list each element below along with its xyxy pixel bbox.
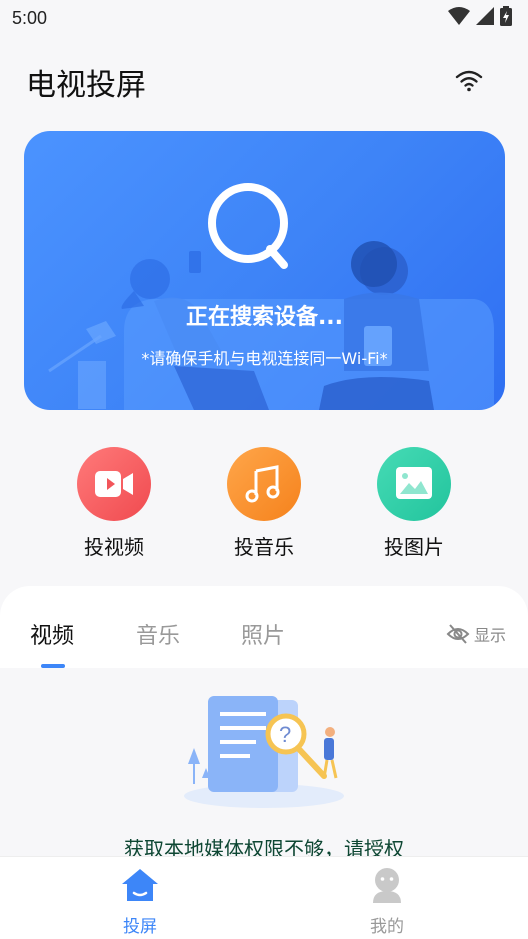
media-panel: 视频 音乐 照片 显示 ? 获取本地媒体权限不够，请授权	[0, 586, 528, 886]
cast-actions: 投视频 投音乐 投图片	[0, 447, 528, 567]
nav-item-profile[interactable]: 我的	[337, 867, 437, 937]
tab-video[interactable]: 视频	[30, 618, 74, 650]
image-icon	[377, 447, 451, 521]
bottom-nav: 投屏 我的	[0, 856, 528, 939]
nav-label-profile: 我的	[370, 917, 404, 937]
home-icon	[122, 869, 158, 901]
tab-photo[interactable]: 照片	[241, 618, 285, 650]
wifi-button[interactable]	[454, 66, 484, 94]
show-toggle-label: 显示	[473, 626, 506, 645]
status-icons	[448, 6, 512, 26]
page-title: 电视投屏	[26, 68, 146, 103]
eye-off-icon	[446, 624, 470, 644]
cast-video-button[interactable]: 投视频	[54, 447, 174, 560]
search-icon	[208, 183, 288, 269]
status-time: 5:00	[12, 8, 48, 28]
wifi-icon	[455, 70, 483, 92]
nav-label-cast: 投屏	[123, 917, 157, 937]
media-tabs: 视频 音乐 照片 显示	[0, 586, 528, 668]
tab-music[interactable]: 音乐	[136, 618, 180, 650]
permission-illustration: ?	[184, 696, 344, 808]
empty-state: ? 获取本地媒体权限不够，请授权	[0, 668, 528, 868]
show-toggle-button[interactable]: 显示	[446, 622, 506, 646]
wifi-hint: *请确保手机与电视连接同一Wi-Fi*	[141, 349, 388, 368]
music-icon	[227, 447, 301, 521]
status-bar: 5:00	[0, 0, 528, 38]
cast-music-button[interactable]: 投音乐	[204, 447, 324, 560]
signal-icon	[476, 7, 494, 25]
search-status-title: 正在搜索设备...	[185, 305, 344, 330]
cast-image-label: 投图片	[384, 535, 444, 559]
search-banner[interactable]: 正在搜索设备... *请确保手机与电视连接同一Wi-Fi*	[24, 131, 505, 410]
profile-icon	[373, 868, 401, 903]
battery-icon	[500, 6, 512, 26]
svg-text:?: ?	[279, 722, 291, 747]
wifi-icon	[448, 7, 470, 25]
video-icon	[77, 447, 151, 521]
cast-video-label: 投视频	[84, 535, 144, 559]
cast-image-button[interactable]: 投图片	[354, 447, 474, 560]
nav-item-cast[interactable]: 投屏	[90, 867, 190, 937]
cast-music-label: 投音乐	[234, 535, 294, 559]
